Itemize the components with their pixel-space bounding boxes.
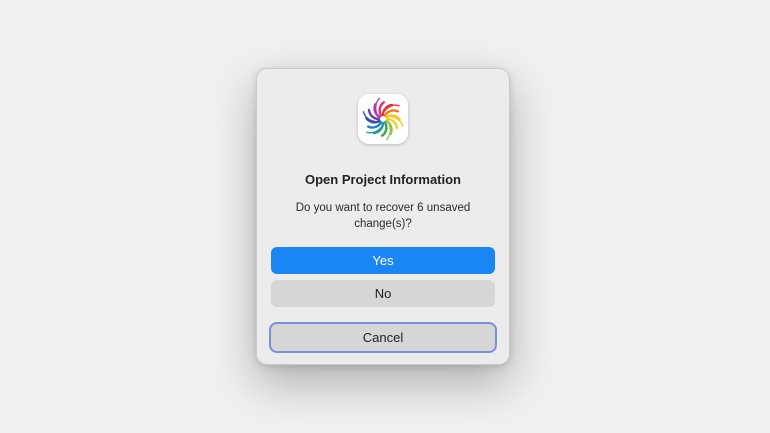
- dialog-title: Open Project Information: [304, 172, 461, 187]
- cancel-button[interactable]: Cancel: [269, 322, 497, 353]
- yes-button[interactable]: Yes: [271, 247, 495, 274]
- dialog-message: Do you want to recover 6 unsaved change(…: [295, 202, 471, 230]
- no-button[interactable]: No: [271, 280, 495, 307]
- app-pinwheel-icon: [358, 94, 408, 144]
- recover-changes-dialog: Open Project Information Do you want to …: [256, 68, 510, 365]
- desktop-background: Open Project Information Do you want to …: [0, 0, 770, 433]
